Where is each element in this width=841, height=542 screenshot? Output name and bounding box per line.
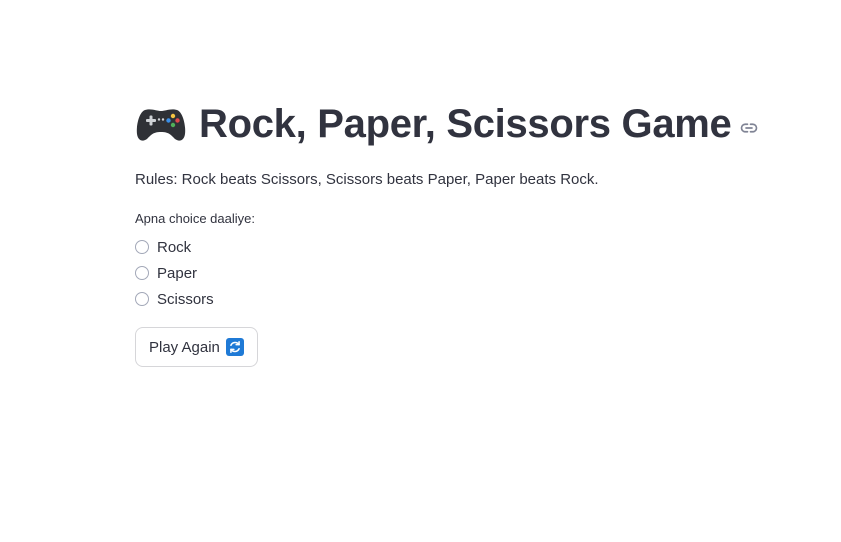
radio-option-label: Paper [157,264,198,282]
radio-option-rock[interactable]: Rock [135,234,775,260]
gamepad-icon [136,109,186,141]
link-icon[interactable] [740,119,758,137]
radio-button-scissors[interactable] [135,292,149,306]
radio-option-scissors[interactable]: Scissors [135,286,775,312]
radio-option-paper[interactable]: Paper [135,260,775,286]
play-again-button[interactable]: Play Again [135,327,258,367]
radio-button-rock[interactable] [135,240,149,254]
main-content: Rock, Paper, Scissors Game Rules: Rock b… [135,96,775,367]
radio-option-label: Scissors [157,290,214,308]
page-title: Rock, Paper, Scissors Game [199,102,732,146]
radio-button-paper[interactable] [135,266,149,280]
title-row: Rock, Paper, Scissors Game [135,96,775,152]
radio-option-label: Rock [157,238,192,256]
rules-text: Rules: Rock beats Scissors, Scissors bea… [135,171,599,188]
choice-radio-group: Rock Paper Scissors [135,234,775,312]
repeat-icon [225,338,244,356]
choice-label: Apna choice daaliye: [135,211,255,226]
play-again-label: Play Again [149,338,220,356]
